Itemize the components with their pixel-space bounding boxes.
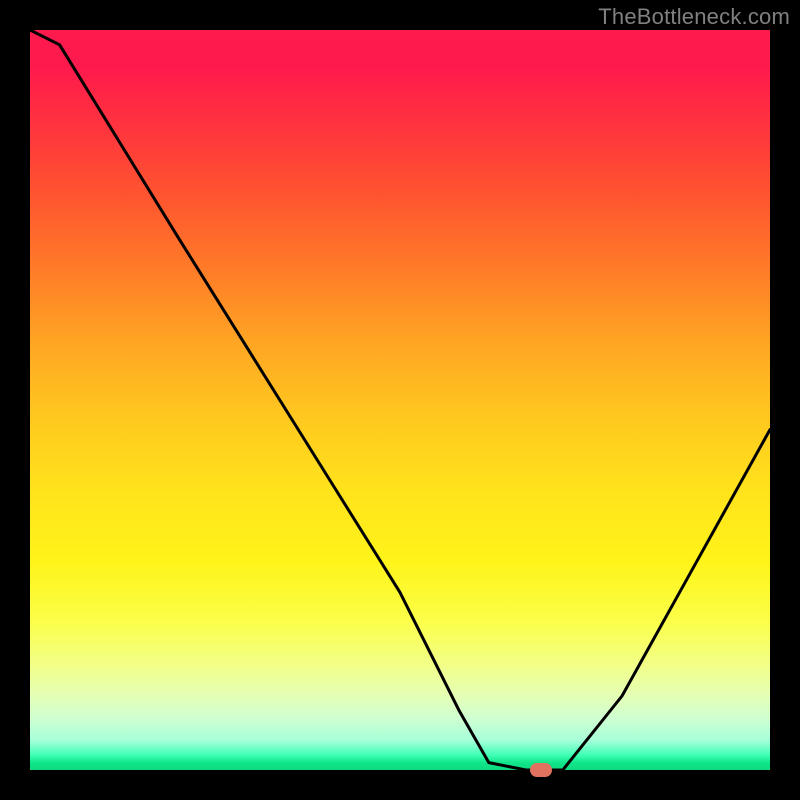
watermark-text: TheBottleneck.com [598,4,790,30]
bottleneck-curve [30,30,770,770]
plot-area [30,30,770,770]
optimal-point-marker [530,763,552,777]
chart-frame: TheBottleneck.com [0,0,800,800]
